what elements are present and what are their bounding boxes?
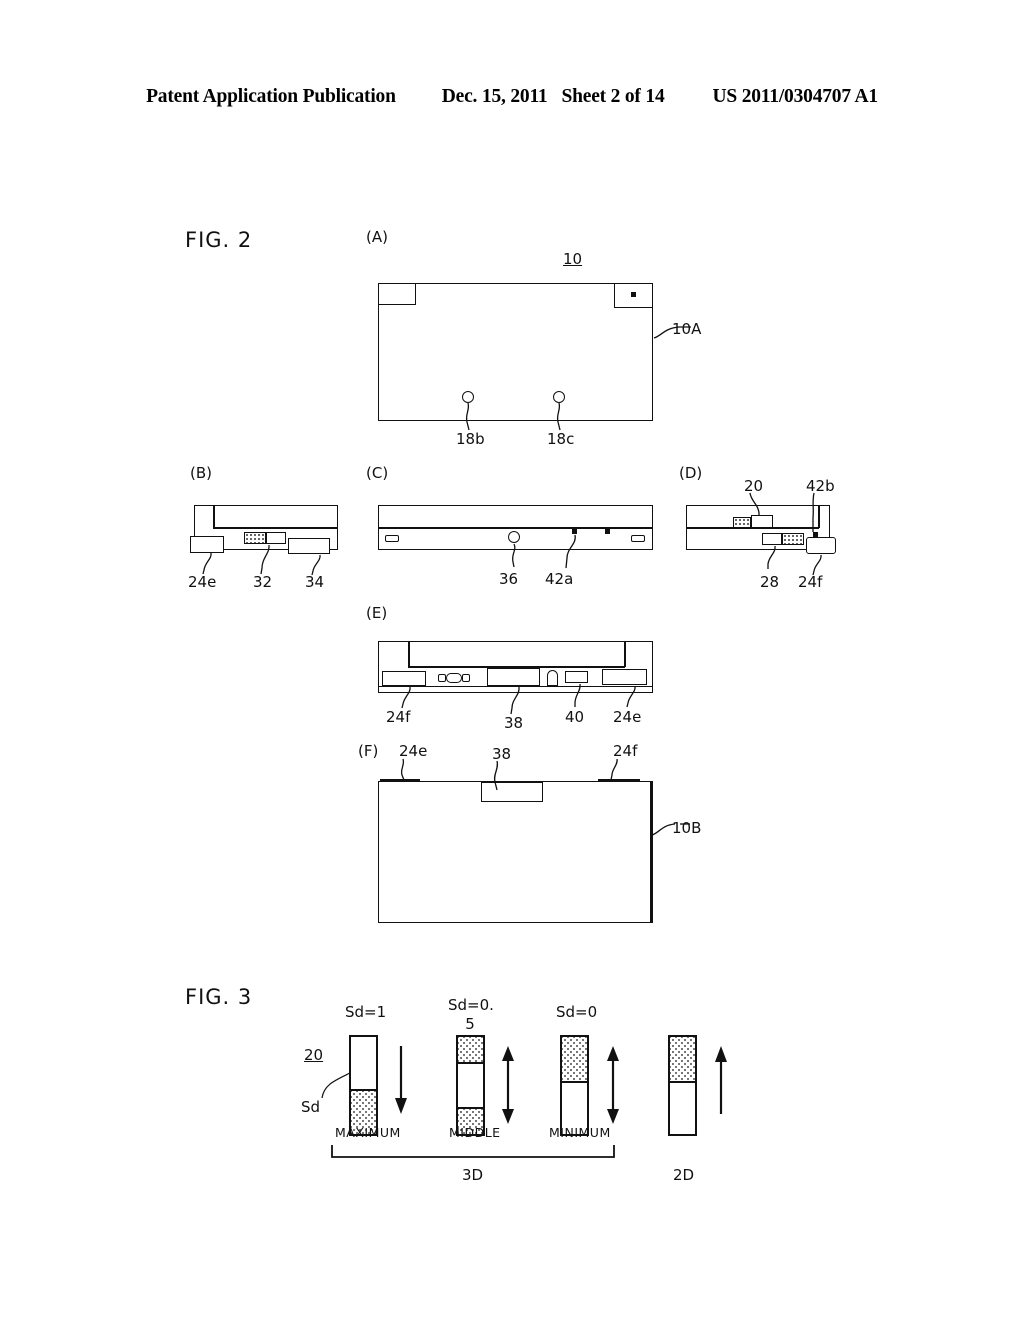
panel-e-port-40 [565,671,588,683]
panel-f-body-outline [378,781,653,923]
fig3-state-minimum: MINIMUM [549,1125,611,1140]
fig3-label-sd-mid-line1: Sd=0. [448,996,494,1014]
header-sheet: Sheet 2 of 14 [561,86,665,107]
panel-e-block-38 [487,668,540,686]
panel-c-leader-42a [559,534,585,570]
panel-a-top-left-cutout [378,283,416,305]
panel-a-top-right-dot [631,292,636,297]
panel-b-chip-right [266,532,286,544]
panel-b-port-24e [190,536,224,553]
panel-f-label: (F) [358,742,379,760]
panel-f-leader-24e [398,758,416,782]
panel-c-label: (C) [366,464,389,482]
panel-f-right-edge [650,781,653,923]
fig3-slider-2d-fill [670,1037,695,1083]
fig3-arrow-down [393,1046,409,1116]
panel-a-label: (A) [366,228,388,246]
panel-d-connector-left [762,533,782,545]
panel-e-ref-24f: 24f [386,708,411,726]
panel-c-ref-36: 36 [499,570,519,588]
panel-f-block-38 [481,782,543,802]
panel-b-port-34 [288,538,330,554]
panel-b-label: (B) [190,464,212,482]
panel-f-leader-24f [608,758,626,782]
panel-e-shelf-vline-left [408,641,410,667]
fig3-bracket-3d [331,1144,615,1160]
sheet-header: Patent Application Publication Dec. 15, … [0,86,1024,112]
panel-c-slot-left [385,535,399,542]
panel-c-circle-36 [508,531,520,543]
panel-d-leader-28 [765,545,785,571]
panel-d-label: (D) [679,464,703,482]
fig3-slider-minimum[interactable] [560,1035,589,1136]
panel-b-leader-32 [257,544,277,576]
fig3-state-middle: MIDDLE [449,1125,501,1140]
fig3-slider-middle[interactable] [456,1035,485,1136]
header-date: Dec. 15, 2011 [441,86,548,107]
panel-a-ref-18b: 18b [456,430,485,448]
panel-c-ref-42a: 42a [545,570,574,588]
panel-b-ref-32: 32 [253,573,273,591]
panel-e-leader-24e [624,685,644,709]
fig3-ref-sd: Sd [301,1098,321,1116]
panel-d-ref-28: 28 [760,573,780,591]
fig3-arrow-updown-middle [500,1046,516,1126]
panel-b-ref-34: 34 [305,573,325,591]
panel-e-arch [547,670,558,686]
panel-a-body-outline [378,283,653,421]
panel-c-leader-36 [508,543,530,569]
panel-c-dot-right [605,529,610,534]
panel-b-chip-left [244,532,266,544]
panel-e-label: (E) [366,604,388,622]
panel-b-step-vline [213,505,215,528]
header-patent-number: US 2011/0304707 A1 [712,86,879,107]
panel-f-ref-10b: 10B [672,819,702,837]
panel-a-ref-body: 10 [563,250,583,268]
panel-e-detail-left [438,674,446,682]
panel-b-ref-24e: 24e [188,573,217,591]
panel-d-leader-20 [746,492,768,518]
figure-2-title: FIG. 2 [185,228,253,252]
panel-e-port-24f [382,671,426,686]
panel-a-ref-18c: 18c [547,430,575,448]
header-publication: Patent Application Publication [146,86,396,107]
fig3-group-3d: 3D [462,1166,484,1184]
fig3-arrow-up-2d [713,1046,729,1116]
panel-e-leader-38 [508,686,528,716]
panel-d-connector-right [782,533,804,545]
panel-d-port-24f [806,537,836,554]
fig3-label-sd-mid-line2: 5 [465,1015,475,1033]
panel-e-shelf-vline-right [624,641,626,667]
panel-e-leader-40 [572,683,592,709]
fig3-slider-middle-fill-top [458,1037,483,1064]
fig3-group-2d: 2D [673,1166,695,1184]
panel-e-leader-24f [399,686,419,710]
fig3-slider-minimum-fill [562,1037,587,1083]
panel-e-ref-38: 38 [504,714,524,732]
fig3-label-sd-max: Sd=1 [345,1003,387,1021]
panel-e-ref-40: 40 [565,708,585,726]
panel-a-leader-18c [554,402,574,432]
fig3-state-maximum: MAXIMUM [335,1125,401,1140]
panel-a-leader-18b [463,402,483,432]
panel-e-detail-mid [446,673,462,683]
fig3-slider-maximum[interactable] [349,1035,378,1136]
panel-a-ref-face: 10A [672,320,702,338]
fig3-arrow-updown-minimum [605,1046,621,1126]
panel-c-slot-right [631,535,645,542]
panel-b-step-line [213,527,338,529]
fig3-slider-2d[interactable] [668,1035,697,1136]
panel-c-divider [378,527,653,529]
panel-e-detail-right [462,674,470,682]
panel-f-leader-38 [492,760,512,792]
panel-d-leader-42b [806,492,826,534]
panel-d-ref-24f: 24f [798,573,823,591]
panel-e-ref-24e: 24e [613,708,642,726]
panel-e-port-24e [602,669,647,685]
fig3-label-sd-min: Sd=0 [556,1003,598,1021]
panel-d-slider-chip [733,517,751,528]
figure-3-title: FIG. 3 [185,985,253,1009]
